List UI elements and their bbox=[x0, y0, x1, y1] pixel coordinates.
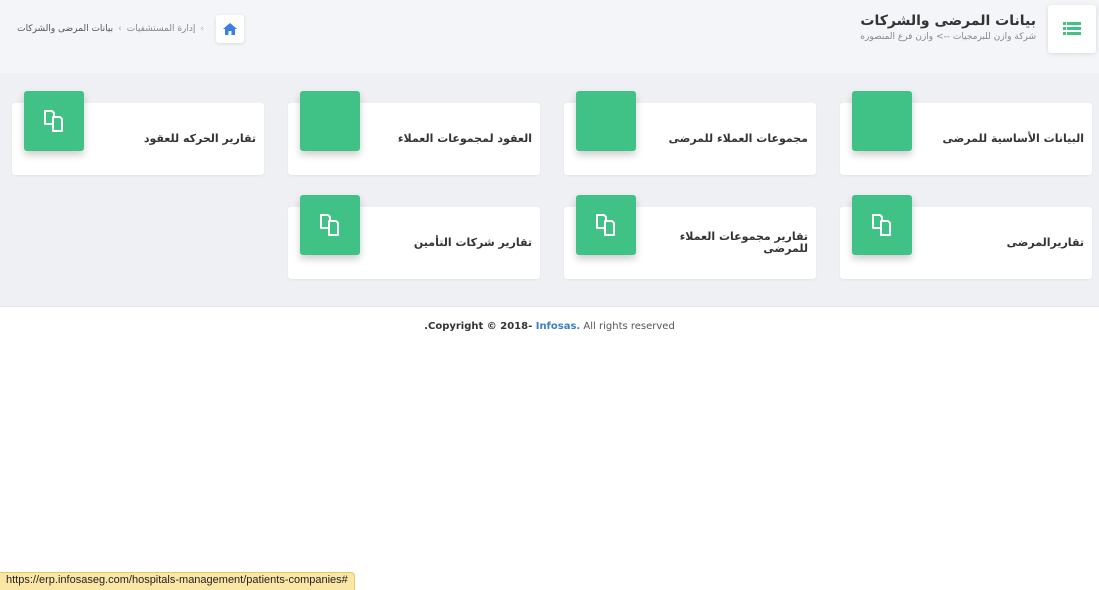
home-button[interactable] bbox=[216, 15, 244, 43]
menu-card[interactable]: تقارير الحركه للعقود bbox=[12, 91, 264, 175]
card-label: تقارير مجموعات العملاء للمرضى bbox=[679, 230, 808, 255]
status-bar-url: https://erp.infosaseg.com/hospitals-mana… bbox=[0, 572, 355, 590]
menu-card[interactable]: مجموعات العملاء للمرضى bbox=[564, 91, 816, 175]
menu-button[interactable] bbox=[1048, 5, 1096, 53]
card-icon-tile bbox=[576, 195, 636, 255]
list-icon bbox=[1063, 22, 1081, 35]
page-title: بيانات المرضى والشركات bbox=[860, 13, 1036, 29]
home-icon bbox=[223, 23, 237, 35]
card-label: مجموعات العملاء للمرضى bbox=[668, 132, 808, 145]
menu-card[interactable]: تقارير مجموعات العملاء للمرضى bbox=[564, 195, 816, 279]
card-label: تقاريرالمرضى bbox=[1006, 236, 1084, 249]
card-icon-tile bbox=[852, 195, 912, 255]
menu-card[interactable]: تقاريرالمرضى bbox=[840, 195, 1092, 279]
menu-card[interactable]: تقارير شركات التأمين bbox=[288, 195, 540, 279]
brand-link[interactable]: Infosas. bbox=[536, 321, 581, 332]
rights-text: All rights reserved bbox=[580, 321, 675, 332]
page-subtitle: شركة وازن للبرمجيات --> وازن فرع المنصور… bbox=[860, 32, 1036, 42]
copy-icon bbox=[320, 214, 339, 236]
copy-icon bbox=[44, 110, 63, 132]
breadcrumb-current: بيانات المرضى والشركات bbox=[17, 24, 114, 34]
menu-card[interactable]: البيانات الأساسية للمرضى bbox=[840, 91, 1092, 175]
card-label: البيانات الأساسية للمرضى bbox=[942, 132, 1084, 145]
card-icon-tile bbox=[24, 91, 84, 151]
card-label: العقود لمجموعات العملاء bbox=[397, 132, 532, 145]
copyright-text: Copyright © 2018- bbox=[427, 321, 536, 332]
breadcrumb: ›إدارة المستشفيات›بيانات المرضى والشركات bbox=[17, 24, 204, 34]
copy-icon bbox=[596, 214, 615, 236]
copy-icon bbox=[872, 214, 891, 236]
menu-card[interactable]: العقود لمجموعات العملاء bbox=[288, 91, 540, 175]
card-label: تقارير الحركه للعقود bbox=[143, 132, 256, 145]
card-label: تقارير شركات التأمين bbox=[413, 236, 532, 249]
card-icon-tile bbox=[576, 91, 636, 151]
card-icon-tile bbox=[852, 91, 912, 151]
breadcrumb-hospitals[interactable]: إدارة المستشفيات bbox=[127, 24, 196, 34]
card-icon-tile bbox=[300, 91, 360, 151]
footer: .Copyright © 2018- Infosas. All rights r… bbox=[0, 321, 1099, 332]
card-icon-tile bbox=[300, 195, 360, 255]
